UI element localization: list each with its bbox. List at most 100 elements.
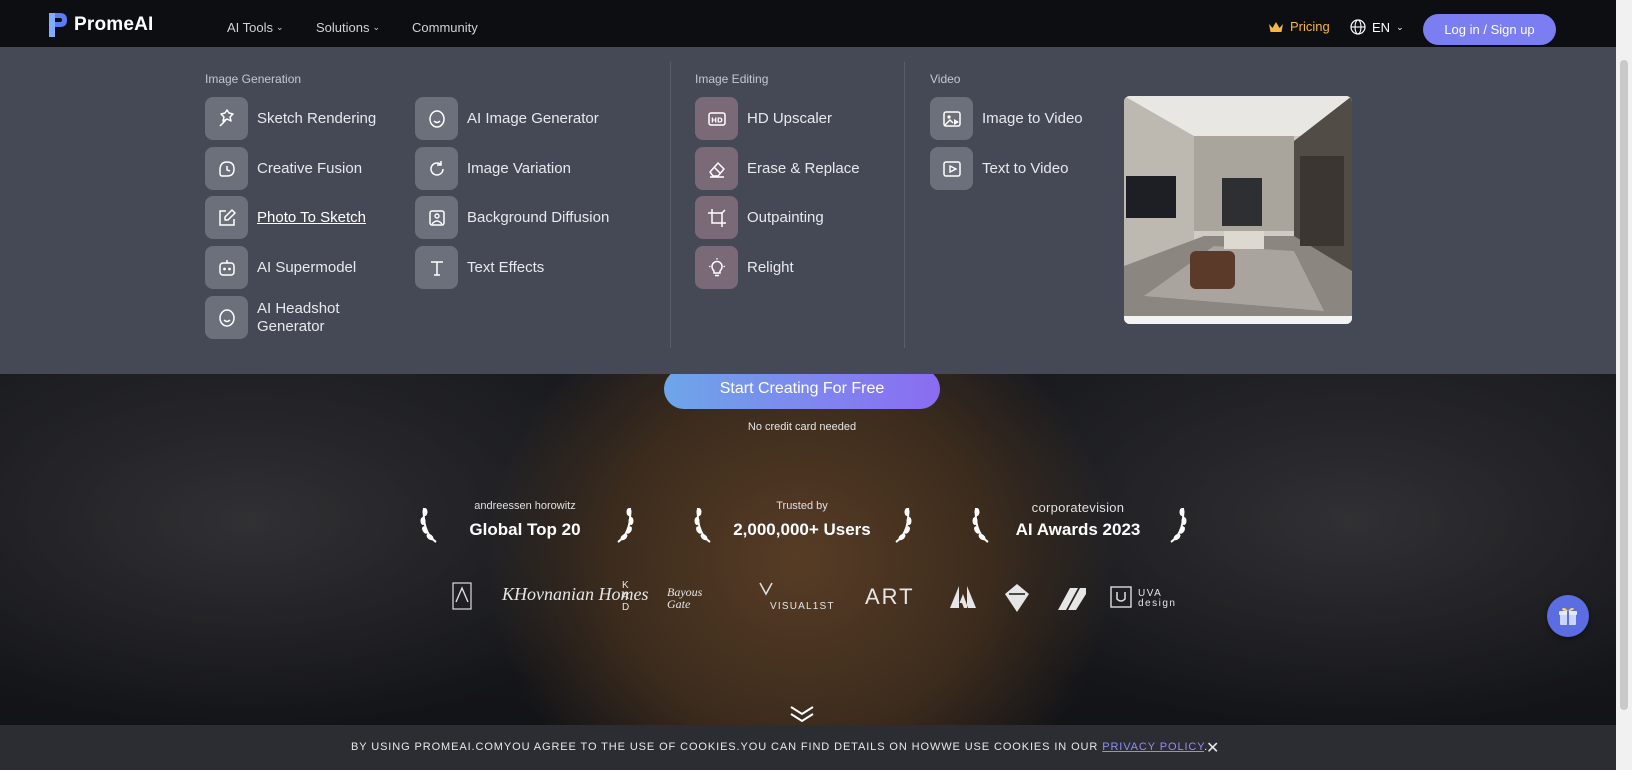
gift-button[interactable] [1547,595,1589,637]
start-creating-button[interactable]: Start Creating For Free [664,369,940,409]
menu-item-ai-headshot-generator[interactable]: AI Headshot Generator [205,296,367,339]
menu-label: Creative Fusion [257,159,363,177]
client-logo-art: ART [865,584,915,609]
logo-icon [49,13,67,37]
client-logo-visual1st-text: VISUAL1ST [770,601,835,612]
menu-label: HD Upscaler [747,109,833,127]
pricing-label: Pricing [1290,19,1330,34]
chevron-down-icon: ⌄ [1396,21,1404,32]
edit-pencil-icon [205,196,248,239]
menu-label: Relight [747,258,794,276]
pricing-link[interactable]: Pricing [1268,19,1330,34]
chevron-down-icon: ⌄ [276,22,284,32]
gift-icon [1559,607,1577,625]
close-icon[interactable]: ✕ [1206,738,1219,758]
menu-label: Background Diffusion [467,208,610,226]
section-title-image-generation: Image Generation [205,72,302,86]
award-global-top-20: andreessen horowitz Global Top 20 [420,500,630,556]
menu-label: Text to Video [982,159,1069,177]
globe-icon [1350,19,1366,35]
divider [904,62,905,348]
chevron-down-icon: ⌄ [372,22,381,32]
section-title-video: Video [930,72,961,86]
award-title: Global Top 20 [469,520,581,539]
menu-label: Outpainting [747,208,824,226]
language-selector[interactable]: EN ⌄ [1350,19,1404,35]
face-icon [205,296,248,339]
face-icon [415,97,458,140]
no-credit-card-note: No credit card needed [747,421,857,433]
logo-text: PromeAI [74,14,154,35]
menu-label: AI Headshot Generator [257,299,340,335]
menu-item-creative-fusion[interactable]: Creative Fusion [205,147,362,190]
menu-item-sketch-rendering[interactable]: Sketch Rendering [205,97,376,140]
logo[interactable]: PromeAI [46,12,154,38]
cookie-text: BY USING PROMEAI.COMYOU AGREE TO THE USE… [351,741,1208,753]
login-signup-button[interactable]: Log in / Sign up [1423,14,1556,45]
menu-preview-image [1124,96,1352,324]
award-ai-awards-2023: corporatevision AI Awards 2023 [973,500,1183,556]
crown-icon [1269,21,1283,32]
menu-label: Erase & Replace [747,159,860,177]
client-logo-kad: KAD [622,580,630,613]
menu-label: Sketch Rendering [257,109,377,127]
menu-label: Photo To Sketch [257,208,366,226]
crop-icon [695,196,738,239]
privacy-policy-link[interactable]: PRIVACY POLICY [1102,741,1204,753]
menu-item-hd-upscaler[interactable]: HD HD Upscaler [695,97,832,140]
menu-item-outpainting[interactable]: Outpainting [695,196,824,239]
cookie-banner: BY USING PROMEAI.COMYOU AGREE TO THE USE… [0,725,1616,770]
award-trusted-users: Trusted by 2,000,000+ Users [697,500,907,556]
nav-ai-tools[interactable]: AI Tools ⌄ [227,20,284,35]
laurel-right-icon [895,507,912,543]
cookie-message: BY USING PROMEAI.COMYOU AGREE TO THE USE… [351,741,1103,753]
laurel-right-icon [1170,507,1187,543]
top-nav: PromeAI AI Tools ⌄ Solutions ⌄ Community… [0,0,1616,47]
scroll-down-icon[interactable] [788,704,816,724]
client-logo-uva [1110,586,1132,613]
client-logo-slash-icon [1058,586,1086,615]
client-logo-adobe-icon [950,586,976,613]
award-source: andreessen horowitz [474,500,576,512]
menu-item-image-to-video[interactable]: Image to Video [930,97,1083,140]
menu-item-text-effects[interactable]: Text Effects [415,246,544,289]
menu-item-image-variation[interactable]: Image Variation [415,147,571,190]
language-label: EN [1372,19,1391,35]
menu-label: Text Effects [467,258,545,276]
page-scrollbar[interactable] [1616,0,1632,770]
image-video-icon [930,97,973,140]
svg-text:HD: HD [711,116,723,124]
nav-solutions[interactable]: Solutions ⌄ [316,20,380,35]
menu-item-text-to-video[interactable]: Text to Video [930,147,1068,190]
nav-solutions-label: Solutions [316,20,370,35]
menu-item-ai-image-generator[interactable]: AI Image Generator [415,97,599,140]
client-logo-emblem [452,582,472,615]
menu-item-background-diffusion[interactable]: Background Diffusion [415,196,609,239]
award-title: 2,000,000+ Users [733,520,871,539]
laurel-right-icon [617,507,634,543]
eraser-icon [695,147,738,190]
menu-item-erase-replace[interactable]: Erase & Replace [695,147,860,190]
award-source: corporatevision [1031,500,1125,515]
image-icon [415,196,458,239]
menu-item-ai-supermodel[interactable]: AI Supermodel [205,246,356,289]
menu-item-relight[interactable]: Relight [695,246,794,289]
client-logo-uva-text: UVA design [1138,588,1177,609]
robot-icon [205,246,248,289]
section-title-image-editing: Image Editing [695,72,769,86]
menu-label: AI Supermodel [257,258,357,276]
menu-label: Image to Video [982,109,1083,127]
menu-label: Image Variation [467,159,571,177]
divider [670,62,671,348]
lightbulb-icon [695,246,738,289]
nav-community[interactable]: Community [412,20,478,35]
hd-icon: HD [695,97,738,140]
nav-ai-tools-label: AI Tools [227,20,274,35]
text-video-icon [930,147,973,190]
text-icon [415,246,458,289]
menu-item-photo-to-sketch[interactable]: Photo To Sketch [205,196,366,239]
scrollbar-thumb[interactable] [1620,60,1628,710]
ai-tools-mega-menu: Image Generation Image Editing Video Ske… [0,47,1616,374]
client-logo-diamond-icon [1005,584,1029,617]
creative-fusion-icon [205,147,248,190]
